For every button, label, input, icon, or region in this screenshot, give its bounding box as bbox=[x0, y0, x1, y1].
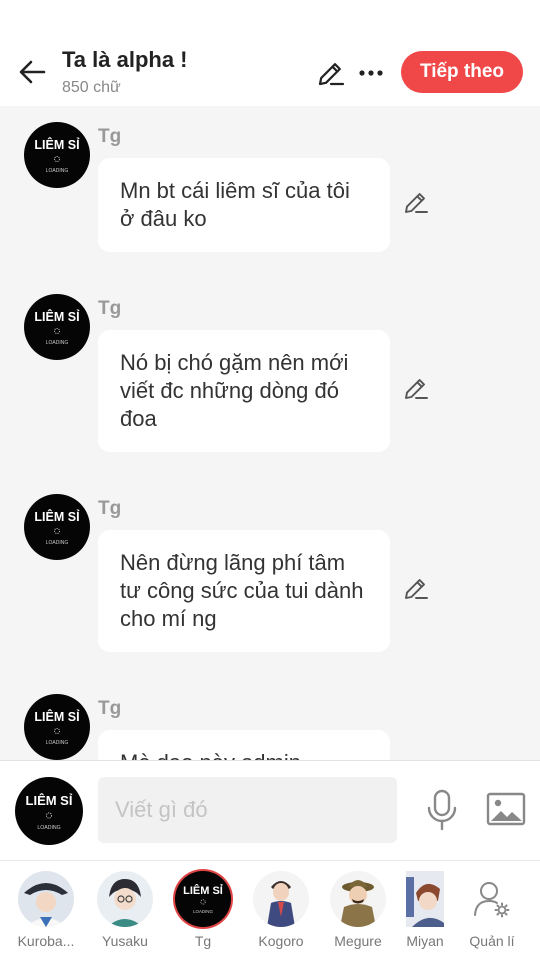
message-bubble[interactable]: Nên đừng lãng phí tâm tư công sức của tu… bbox=[98, 530, 390, 652]
next-button[interactable]: Tiếp theo bbox=[401, 51, 523, 93]
message-input[interactable] bbox=[98, 777, 397, 843]
svg-text:LOADING: LOADING bbox=[46, 340, 69, 346]
character-miyano[interactable]: Miyan bbox=[400, 871, 450, 949]
svg-text:LIÊM SỈ: LIÊM SỈ bbox=[183, 884, 223, 897]
author-avatar[interactable]: LIÊM SỈ LOADING bbox=[24, 494, 90, 560]
sender-name: Tg bbox=[98, 498, 122, 519]
svg-text:LOADING: LOADING bbox=[46, 740, 69, 746]
svg-text:LOADING: LOADING bbox=[193, 909, 213, 914]
edit-title-pencil-icon[interactable] bbox=[316, 58, 346, 88]
author-avatar[interactable]: LIÊM SỈ LOADING bbox=[24, 122, 90, 188]
message-bubble[interactable]: Nó bị chó gặm nên mới viết đc những dòng… bbox=[98, 330, 390, 452]
current-speaker-avatar[interactable]: LIÊM SỈ LOADING bbox=[15, 777, 83, 845]
svg-text:LIÊM SỈ: LIÊM SỈ bbox=[34, 709, 80, 724]
word-count: 850 chữ bbox=[62, 79, 121, 96]
character-avatar bbox=[18, 871, 74, 927]
character-name: Miyan bbox=[406, 933, 444, 949]
character-avatar bbox=[253, 871, 309, 927]
author-avatar[interactable]: LIÊM SỈ LOADING bbox=[24, 694, 90, 760]
character-yusaku[interactable]: Yusaku bbox=[91, 871, 159, 949]
edit-message-pencil-icon[interactable] bbox=[402, 574, 430, 602]
header-bar: Ta là alpha ! 850 chữ Tiếp theo bbox=[0, 0, 540, 106]
edit-message-pencil-icon[interactable] bbox=[402, 188, 430, 216]
svg-text:LOADING: LOADING bbox=[37, 825, 60, 831]
character-name: Megure bbox=[334, 933, 382, 949]
message-bubble[interactable]: Mè dạo này admin bbox=[98, 730, 390, 760]
microphone-icon[interactable] bbox=[422, 789, 462, 831]
character-selector: Kuroba... Yusaku LIÊM SỈ LOADING Tg Kogo… bbox=[0, 860, 540, 960]
svg-text:LOADING: LOADING bbox=[46, 540, 69, 546]
message-list[interactable]: LIÊM SỈ LOADING Tg Mn bt cái liêm sĩ của… bbox=[0, 106, 540, 760]
character-avatar: LIÊM SỈ LOADING bbox=[175, 871, 231, 927]
character-avatar bbox=[330, 871, 386, 927]
author-avatar[interactable]: LIÊM SỈ LOADING bbox=[24, 294, 90, 360]
user-settings-icon bbox=[464, 871, 520, 927]
sender-name: Tg bbox=[98, 698, 122, 719]
back-arrow-icon[interactable] bbox=[16, 56, 48, 88]
more-options-icon[interactable] bbox=[356, 58, 386, 88]
character-name: Kogoro bbox=[258, 933, 304, 949]
character-name: Tg bbox=[194, 933, 212, 949]
character-name: Yusaku bbox=[102, 933, 148, 949]
character-kogoro[interactable]: Kogoro bbox=[247, 871, 315, 949]
story-title: Ta là alpha ! bbox=[62, 47, 188, 72]
character-avatar bbox=[97, 871, 153, 927]
sender-name: Tg bbox=[98, 298, 122, 319]
character-megure[interactable]: Megure bbox=[324, 871, 392, 949]
edit-message-pencil-icon[interactable] bbox=[402, 374, 430, 402]
character-avatar bbox=[406, 871, 444, 927]
image-icon[interactable] bbox=[486, 791, 526, 827]
manage-label: Quản lí bbox=[469, 933, 515, 949]
svg-text:LIÊM SỈ: LIÊM SỈ bbox=[34, 137, 80, 152]
svg-text:LIÊM SỈ: LIÊM SỈ bbox=[34, 509, 80, 524]
svg-text:LIÊM SỈ: LIÊM SỈ bbox=[34, 309, 80, 324]
message-bubble[interactable]: Mn bt cái liêm sĩ của tôi ở đâu ko bbox=[98, 158, 390, 252]
character-name: Kuroba... bbox=[17, 933, 75, 949]
manage-characters-button[interactable]: Quản lí bbox=[458, 871, 526, 949]
svg-text:LIÊM SỈ: LIÊM SỈ bbox=[26, 793, 73, 808]
character-kuroba[interactable]: Kuroba... bbox=[12, 871, 80, 949]
composer-bar: LIÊM SỈ LOADING bbox=[0, 760, 540, 860]
svg-text:LOADING: LOADING bbox=[46, 168, 69, 174]
sender-name: Tg bbox=[98, 126, 122, 147]
character-tg[interactable]: LIÊM SỈ LOADING Tg bbox=[169, 871, 237, 949]
